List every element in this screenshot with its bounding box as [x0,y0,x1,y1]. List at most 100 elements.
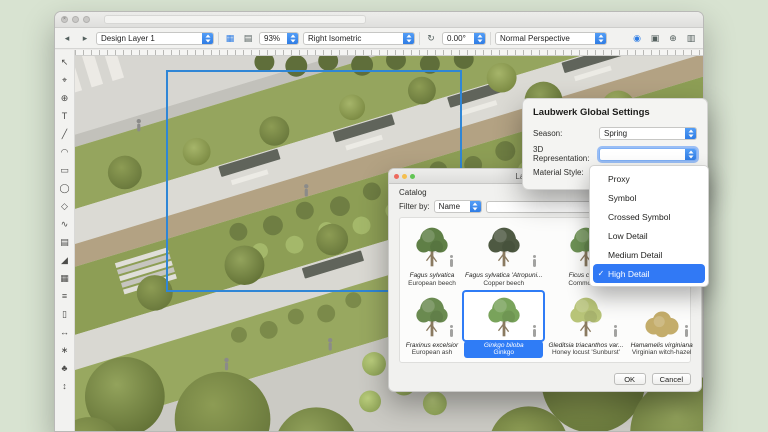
close-dialog-icon[interactable] [394,174,399,179]
catalog-plant-item[interactable]: Fagus sylvatica 'Atropuni... Copper beec… [464,222,543,289]
eye-icon[interactable]: ◉ [630,31,644,45]
classes-icon[interactable]: ▤ [241,31,255,45]
checkmark-icon: ✓ [597,269,605,278]
plant-latin-name: Fagus sylvatica [405,272,459,280]
dropdown-option[interactable]: ✓ Low Detail [593,226,705,245]
filter-field-value: Name [439,202,467,211]
plant-tool-icon[interactable]: ♣ [57,359,73,377]
scale-figure-icon [450,259,453,267]
document-tab[interactable] [104,15,366,24]
plant-labels: Gleditsia triacanthos var... Honey locus… [547,341,624,359]
circle-tool-icon[interactable]: ◯ [57,179,73,197]
symbol-tool-icon[interactable]: ∗ [57,341,73,359]
horizontal-ruler [75,50,703,56]
plant-latin-name: Fraxinus excelsior [405,342,459,350]
forward-icon[interactable]: ▸ [78,31,92,45]
rotate-view-icon[interactable]: ↻ [424,31,438,45]
select-arrows-icon [403,32,414,45]
plant-latin-name: Ginkgo biloba [465,342,542,350]
catalog-plant-item[interactable]: Gleditsia triacanthos var... Honey locus… [547,292,624,359]
minimize-dialog-icon[interactable] [402,174,407,179]
angle-select[interactable]: 0.00° [442,32,486,45]
catalog-plant-item[interactable]: Fraxinus excelsior European ash [404,292,460,359]
view-select[interactable]: Right Isometric [303,32,415,45]
plant-thumbnail [464,292,543,340]
season-select[interactable]: Spring [599,127,697,140]
freehand-tool-icon[interactable]: ∿ [57,215,73,233]
wall-tool-icon[interactable]: ▤ [57,233,73,251]
angle-select-value: 0.00° [447,34,471,43]
line-tool-icon[interactable]: ╱ [57,125,73,143]
filter-by-label: Filter by: [399,202,430,211]
dropdown-option-label: Low Detail [608,231,648,241]
select-arrows-icon [287,32,298,45]
layer-select[interactable]: Design Layer 1 [96,32,214,45]
tree-thumbnail-icon [476,224,532,270]
plant-labels: Ginkgo biloba Ginkgo [464,341,543,359]
text-tool-icon[interactable]: T [57,107,73,125]
panels-icon[interactable]: ▥ [684,31,698,45]
dimension-tool-icon[interactable]: ↔ [57,323,73,341]
plant-common-name: European beech [405,280,459,288]
rectangle-tool-icon[interactable]: ▭ [57,161,73,179]
zoom-in-icon[interactable]: ⊕ [666,31,680,45]
plant-thumbnail [628,292,695,340]
zoom-window-icon[interactable] [83,16,90,23]
camera-icon[interactable]: ▣ [648,31,662,45]
season-label: Season: [533,129,599,138]
plant-labels: Hamamelis virginiana Virginian witch-haz… [628,341,695,359]
dropdown-option[interactable]: ✓ High Detail [593,264,705,283]
zoom-tool-icon[interactable]: ⊕ [57,89,73,107]
scale-figure-icon [685,329,688,337]
representation-label: 3D Representation: [533,145,599,163]
back-icon[interactable]: ◂ [60,31,74,45]
stair-tool-icon[interactable]: ≡ [57,287,73,305]
plant-thumbnail [464,222,543,270]
season-select-value: Spring [604,129,682,138]
move-tool-icon[interactable]: ↕ [57,377,73,395]
polygon-tool-icon[interactable]: ◇ [57,197,73,215]
representation-select[interactable] [599,148,697,161]
select-arrows-icon [685,127,696,140]
roof-tool-icon[interactable]: ◢ [57,251,73,269]
plant-labels: Fagus sylvatica 'Atropuni... Copper beec… [464,271,543,289]
zoom-select[interactable]: 93% [259,32,299,45]
dropdown-option-label: Crossed Symbol [608,212,670,222]
layers-icon[interactable]: ▦ [223,31,237,45]
view-select-value: Right Isometric [308,34,400,43]
arc-tool-icon[interactable]: ◠ [57,143,73,161]
dropdown-option[interactable]: ✓ Crossed Symbol [593,207,705,226]
dropdown-option-label: Symbol [608,193,636,203]
dropdown-option[interactable]: ✓ Medium Detail [593,245,705,264]
plant-thumbnail [404,292,460,340]
window-titlebar[interactable]: × [55,12,703,28]
ok-button[interactable]: OK [614,373,646,385]
plant-thumbnail [404,222,460,270]
toolbar-separator [218,32,219,45]
perspective-select[interactable]: Normal Perspective [495,32,607,45]
shrub-thumbnail-icon [634,294,690,340]
scale-figure-icon [533,329,536,337]
catalog-plant-item[interactable]: Hamamelis virginiana Virginian witch-haz… [628,292,695,359]
zoom-dialog-icon[interactable] [410,174,415,179]
select-arrows-icon [202,32,213,45]
selection-tool-icon[interactable]: ↖ [57,53,73,71]
column-tool-icon[interactable]: ▯ [57,305,73,323]
cancel-button[interactable]: Cancel [652,373,691,385]
close-window-icon[interactable]: × [61,16,68,23]
scale-figure-icon [450,329,453,337]
dropdown-option-label: Proxy [608,174,630,184]
catalog-plant-item[interactable]: Ginkgo biloba Ginkgo [464,292,543,359]
minimize-window-icon[interactable] [72,16,79,23]
dropdown-option[interactable]: ✓ Symbol [593,188,705,207]
slab-tool-icon[interactable]: ▦ [57,269,73,287]
scale-figure-icon [614,329,617,337]
catalog-plant-item[interactable]: Fagus sylvatica European beech [404,222,460,289]
select-arrows-icon [685,148,696,161]
filter-field-select[interactable]: Name [434,200,482,213]
plant-latin-name: Hamamelis virginiana [629,342,694,350]
dropdown-option[interactable]: ✓ Proxy [593,169,705,188]
pan-tool-icon[interactable]: ⌖ [57,71,73,89]
representation-dropdown-menu: ✓ Proxy ✓ Symbol ✓ Crossed Symbol ✓ Low … [589,165,709,287]
plant-common-name: Honey locust 'Sunburst' [548,349,623,357]
